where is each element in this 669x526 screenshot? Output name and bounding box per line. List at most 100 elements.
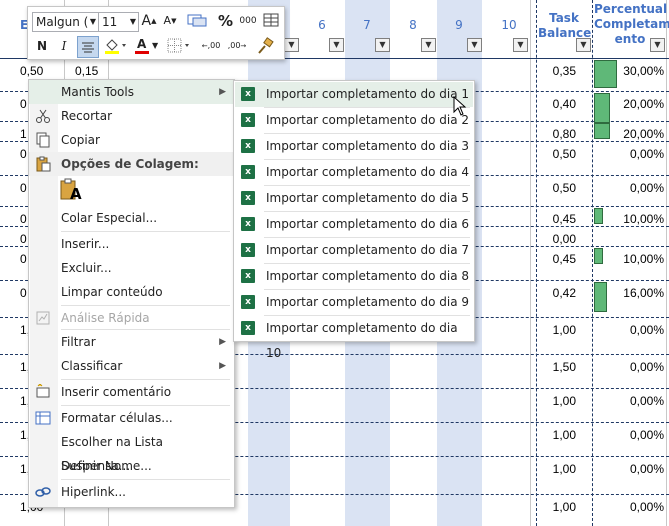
- percent-complete-cell[interactable]: 0,00%: [604, 147, 664, 161]
- menu-item-hiperlink[interactable]: Hiperlink...: [29, 480, 234, 504]
- excel-icon: x: [241, 295, 255, 309]
- table-cell-col-a[interactable]: 0,50: [20, 64, 43, 78]
- menu-item-limpar-conteudo[interactable]: Limpar conteúdo: [29, 280, 234, 304]
- percent-complete-cell[interactable]: 20,00%: [604, 97, 664, 111]
- chevron-down-icon: ▼: [129, 17, 136, 26]
- task-balance-cell[interactable]: 0,35: [540, 64, 576, 78]
- task-balance-cell[interactable]: 1,00: [540, 323, 576, 337]
- percent-complete-cell[interactable]: 0,00%: [604, 462, 664, 476]
- font-color-button[interactable]: A ▼: [134, 37, 160, 55]
- menu-item-classificar[interactable]: Classificar ▶: [29, 354, 234, 378]
- menu-item-escolher-lista[interactable]: Escolher na Lista Suspensa...: [29, 430, 234, 473]
- table-cell-col-b[interactable]: 0,15: [75, 64, 98, 78]
- menu-item-colar-especial[interactable]: Colar Especial...: [29, 206, 234, 230]
- paste-option-button[interactable]: A: [59, 178, 83, 204]
- percent-style-button[interactable]: %: [218, 12, 233, 30]
- borders-grid-icon[interactable]: [262, 12, 280, 30]
- menu-item-inserir[interactable]: Inserir...: [29, 232, 234, 256]
- chevron-right-icon: ▶: [219, 337, 226, 347]
- align-center-button[interactable]: [77, 36, 99, 58]
- percent-complete-cell[interactable]: 16,00%: [604, 286, 664, 300]
- filter-dropdown-button[interactable]: ▼: [284, 38, 299, 52]
- table-cell-col-a[interactable]: 0: [20, 232, 27, 246]
- header-day-8: 8: [409, 18, 417, 32]
- menu-item-filtrar[interactable]: Filtrar ▶: [29, 330, 234, 354]
- paintbrush-icon: [258, 37, 274, 54]
- accounting-format-icon[interactable]: [186, 12, 208, 30]
- percent-complete-cell[interactable]: 0,00%: [604, 181, 664, 195]
- task-balance-cell[interactable]: 1,00: [540, 462, 576, 476]
- format-painter-button[interactable]: [254, 37, 276, 55]
- filter-dropdown-button[interactable]: ▼: [421, 38, 436, 52]
- filter-dropdown-button[interactable]: ▼: [650, 38, 665, 52]
- table-cell-col-a[interactable]: 0: [20, 252, 27, 266]
- table-cell-col-a[interactable]: 0: [20, 97, 27, 111]
- task-balance-cell[interactable]: 0,50: [540, 147, 576, 161]
- submenu-item-import-day-5[interactable]: x Importar completamento do dia 5: [235, 186, 473, 211]
- task-balance-cell[interactable]: 0,00: [540, 232, 576, 246]
- submenu-item-import-day-10[interactable]: x Importar completamento do dia 10: [235, 316, 473, 360]
- task-balance-cell[interactable]: 0,80: [540, 127, 576, 141]
- menu-item-analise-rapida[interactable]: Análise Rápida: [29, 306, 234, 330]
- submenu-item-import-day-6[interactable]: x Importar completamento do dia 6: [235, 212, 473, 237]
- submenu-item-import-day-7[interactable]: x Importar completamento do dia 7: [235, 238, 473, 263]
- filter-dropdown-button[interactable]: ▼: [375, 38, 390, 52]
- increase-decimal-button[interactable]: ←,00: [200, 37, 222, 55]
- table-cell-col-a[interactable]: 0: [20, 212, 27, 226]
- task-balance-cell[interactable]: 1,00: [540, 428, 576, 442]
- menu-item-formatar-celulas[interactable]: Formatar células...: [29, 406, 234, 430]
- percent-complete-cell[interactable]: 0,00%: [604, 323, 664, 337]
- menu-item-inserir-comentario[interactable]: Inserir comentário: [29, 380, 234, 404]
- menu-item-recortar[interactable]: Recortar: [29, 104, 234, 128]
- task-balance-cell[interactable]: 0,40: [540, 97, 576, 111]
- task-balance-cell[interactable]: 0,45: [540, 252, 576, 266]
- filter-dropdown-button[interactable]: ▼: [329, 38, 344, 52]
- thousands-separator-button[interactable]: 000: [238, 12, 258, 30]
- task-balance-cell[interactable]: 0,45: [540, 212, 576, 226]
- percent-complete-cell[interactable]: 0,00%: [604, 360, 664, 374]
- font-name-box[interactable]: Malgun ( ▼: [32, 12, 99, 32]
- task-balance-cell[interactable]: 1,50: [540, 360, 576, 374]
- menu-item-mantis-tools[interactable]: Mantis Tools ▶: [29, 80, 234, 104]
- submenu-item-import-day-3[interactable]: x Importar completamento do dia 3: [235, 134, 473, 159]
- submenu-item-import-day-1[interactable]: x Importar completamento do dia 1: [235, 82, 473, 107]
- borders-icon: [167, 38, 189, 53]
- decrease-decimal-button[interactable]: ,00→: [226, 37, 248, 55]
- task-balance-cell[interactable]: 1,00: [540, 500, 576, 514]
- menu-item-definir-nome[interactable]: Definir Nome...: [29, 454, 234, 478]
- percent-complete-cell[interactable]: 10,00%: [604, 212, 664, 226]
- italic-button[interactable]: I: [56, 37, 72, 55]
- menu-item-excluir[interactable]: Excluir...: [29, 256, 234, 280]
- submenu-item-import-day-4[interactable]: x Importar completamento do dia 4: [235, 160, 473, 185]
- menu-item-copiar[interactable]: Copiar: [29, 128, 234, 152]
- fill-color-button[interactable]: [102, 37, 130, 55]
- borders-button[interactable]: [166, 37, 192, 55]
- table-cell-col-a[interactable]: 0: [20, 286, 27, 300]
- header-day-6: 6: [318, 18, 326, 32]
- submenu-item-import-day-8[interactable]: x Importar completamento do dia 8: [235, 264, 473, 289]
- font-size-box[interactable]: 11 ▼: [98, 12, 139, 32]
- percent-complete-cell[interactable]: 0,00%: [604, 500, 664, 514]
- filter-dropdown-button[interactable]: ▼: [467, 38, 482, 52]
- submenu-item-import-day-9[interactable]: x Importar completamento do dia 9: [235, 290, 473, 315]
- header-day-7: 7: [363, 18, 371, 32]
- submenu-item-import-day-2[interactable]: x Importar completamento do dia 2: [235, 108, 473, 133]
- table-cell-col-a[interactable]: 1: [20, 127, 27, 141]
- table-cell-col-a[interactable]: 0: [20, 181, 27, 195]
- filter-dropdown-button[interactable]: ▼: [513, 38, 528, 52]
- task-balance-cell[interactable]: 0,42: [540, 286, 576, 300]
- grow-font-button[interactable]: A▲: [141, 12, 157, 30]
- bold-button[interactable]: N: [34, 37, 50, 55]
- header-day-10: 10: [501, 18, 517, 32]
- filter-dropdown-button[interactable]: ▼: [576, 38, 591, 52]
- task-balance-cell[interactable]: 0,50: [540, 181, 576, 195]
- task-balance-cell[interactable]: 1,00: [540, 394, 576, 408]
- percent-complete-cell[interactable]: 0,00%: [604, 394, 664, 408]
- shrink-font-button[interactable]: A▼: [162, 12, 178, 30]
- scissors-icon: [36, 109, 50, 123]
- percent-complete-cell[interactable]: 0,00%: [604, 428, 664, 442]
- percent-complete-cell[interactable]: 10,00%: [604, 252, 664, 266]
- table-cell-col-a[interactable]: 0: [20, 147, 27, 161]
- percent-complete-cell[interactable]: 30,00%: [604, 64, 664, 78]
- percent-complete-cell[interactable]: 20,00%: [604, 127, 664, 141]
